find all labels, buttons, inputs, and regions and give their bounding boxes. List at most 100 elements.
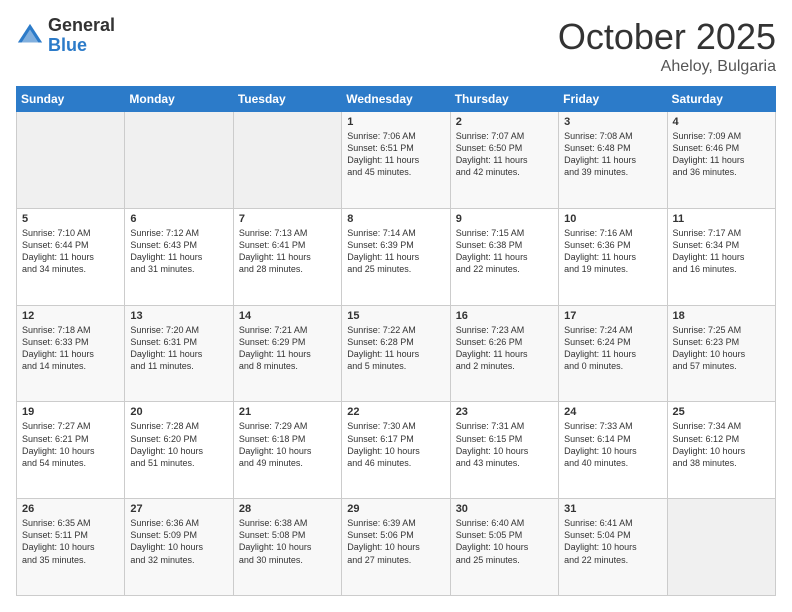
daylight-text: Daylight: 10 hours <box>673 445 770 457</box>
day-number: 28 <box>239 503 336 515</box>
sunrise-text: Sunrise: 7:15 AM <box>456 227 553 239</box>
daylight-text: and 46 minutes. <box>347 457 444 469</box>
sunset-text: Sunset: 5:09 PM <box>130 529 227 541</box>
sunrise-text: Sunrise: 7:29 AM <box>239 420 336 432</box>
calendar-cell: 15Sunrise: 7:22 AMSunset: 6:28 PMDayligh… <box>342 305 450 402</box>
daylight-text: Daylight: 11 hours <box>564 154 661 166</box>
day-number: 24 <box>564 406 661 418</box>
daylight-text: Daylight: 11 hours <box>456 154 553 166</box>
sunset-text: Sunset: 6:14 PM <box>564 433 661 445</box>
sunset-text: Sunset: 6:38 PM <box>456 239 553 251</box>
daylight-text: and 43 minutes. <box>456 457 553 469</box>
daylight-text: Daylight: 11 hours <box>22 348 119 360</box>
day-number: 26 <box>22 503 119 515</box>
calendar-cell: 7Sunrise: 7:13 AMSunset: 6:41 PMDaylight… <box>233 208 341 305</box>
daylight-text: Daylight: 10 hours <box>673 348 770 360</box>
daylight-text: Daylight: 11 hours <box>456 348 553 360</box>
daylight-text: Daylight: 10 hours <box>239 445 336 457</box>
location: Aheloy, Bulgaria <box>558 58 776 76</box>
weekday-header-row: Sunday Monday Tuesday Wednesday Thursday… <box>17 87 776 112</box>
sunrise-text: Sunrise: 7:08 AM <box>564 130 661 142</box>
sunset-text: Sunset: 6:28 PM <box>347 336 444 348</box>
calendar-cell: 11Sunrise: 7:17 AMSunset: 6:34 PMDayligh… <box>667 208 775 305</box>
sunrise-text: Sunrise: 6:38 AM <box>239 517 336 529</box>
sunset-text: Sunset: 6:34 PM <box>673 239 770 251</box>
daylight-text: and 38 minutes. <box>673 457 770 469</box>
calendar-cell: 28Sunrise: 6:38 AMSunset: 5:08 PMDayligh… <box>233 499 341 596</box>
calendar-week-row-0: 1Sunrise: 7:06 AMSunset: 6:51 PMDaylight… <box>17 112 776 209</box>
calendar-table: Sunday Monday Tuesday Wednesday Thursday… <box>16 86 776 596</box>
title-block: October 2025 Aheloy, Bulgaria <box>558 16 776 76</box>
calendar-cell: 4Sunrise: 7:09 AMSunset: 6:46 PMDaylight… <box>667 112 775 209</box>
day-number: 2 <box>456 116 553 128</box>
day-number: 18 <box>673 310 770 322</box>
header-wednesday: Wednesday <box>342 87 450 112</box>
daylight-text: and 28 minutes. <box>239 263 336 275</box>
header-friday: Friday <box>559 87 667 112</box>
day-number: 17 <box>564 310 661 322</box>
day-number: 19 <box>22 406 119 418</box>
daylight-text: Daylight: 10 hours <box>347 541 444 553</box>
calendar-cell: 3Sunrise: 7:08 AMSunset: 6:48 PMDaylight… <box>559 112 667 209</box>
daylight-text: and 42 minutes. <box>456 166 553 178</box>
calendar-cell <box>125 112 233 209</box>
day-number: 23 <box>456 406 553 418</box>
daylight-text: Daylight: 11 hours <box>564 348 661 360</box>
sunset-text: Sunset: 5:05 PM <box>456 529 553 541</box>
daylight-text: and 22 minutes. <box>456 263 553 275</box>
calendar-cell: 2Sunrise: 7:07 AMSunset: 6:50 PMDaylight… <box>450 112 558 209</box>
sunrise-text: Sunrise: 7:10 AM <box>22 227 119 239</box>
day-number: 21 <box>239 406 336 418</box>
sunrise-text: Sunrise: 7:20 AM <box>130 324 227 336</box>
calendar-cell: 12Sunrise: 7:18 AMSunset: 6:33 PMDayligh… <box>17 305 125 402</box>
sunrise-text: Sunrise: 6:36 AM <box>130 517 227 529</box>
calendar-cell: 18Sunrise: 7:25 AMSunset: 6:23 PMDayligh… <box>667 305 775 402</box>
sunset-text: Sunset: 6:41 PM <box>239 239 336 251</box>
calendar-cell: 17Sunrise: 7:24 AMSunset: 6:24 PMDayligh… <box>559 305 667 402</box>
sunset-text: Sunset: 6:12 PM <box>673 433 770 445</box>
sunrise-text: Sunrise: 7:28 AM <box>130 420 227 432</box>
sunset-text: Sunset: 6:20 PM <box>130 433 227 445</box>
month-title: October 2025 <box>558 16 776 58</box>
sunset-text: Sunset: 6:51 PM <box>347 142 444 154</box>
sunset-text: Sunset: 6:39 PM <box>347 239 444 251</box>
daylight-text: and 16 minutes. <box>673 263 770 275</box>
sunset-text: Sunset: 6:36 PM <box>564 239 661 251</box>
day-number: 12 <box>22 310 119 322</box>
header: General Blue October 2025 Aheloy, Bulgar… <box>16 16 776 76</box>
sunset-text: Sunset: 6:31 PM <box>130 336 227 348</box>
sunrise-text: Sunrise: 7:17 AM <box>673 227 770 239</box>
calendar-cell: 8Sunrise: 7:14 AMSunset: 6:39 PMDaylight… <box>342 208 450 305</box>
calendar-cell: 9Sunrise: 7:15 AMSunset: 6:38 PMDaylight… <box>450 208 558 305</box>
calendar-cell: 13Sunrise: 7:20 AMSunset: 6:31 PMDayligh… <box>125 305 233 402</box>
sunset-text: Sunset: 5:11 PM <box>22 529 119 541</box>
sunset-text: Sunset: 6:21 PM <box>22 433 119 445</box>
daylight-text: and 35 minutes. <box>22 554 119 566</box>
sunrise-text: Sunrise: 7:09 AM <box>673 130 770 142</box>
daylight-text: and 57 minutes. <box>673 360 770 372</box>
daylight-text: Daylight: 10 hours <box>22 445 119 457</box>
calendar-cell: 1Sunrise: 7:06 AMSunset: 6:51 PMDaylight… <box>342 112 450 209</box>
sunrise-text: Sunrise: 7:13 AM <box>239 227 336 239</box>
logo: General Blue <box>16 16 115 56</box>
daylight-text: and 5 minutes. <box>347 360 444 372</box>
sunset-text: Sunset: 6:15 PM <box>456 433 553 445</box>
calendar-cell: 6Sunrise: 7:12 AMSunset: 6:43 PMDaylight… <box>125 208 233 305</box>
daylight-text: Daylight: 11 hours <box>673 251 770 263</box>
sunrise-text: Sunrise: 7:14 AM <box>347 227 444 239</box>
daylight-text: and 25 minutes. <box>347 263 444 275</box>
daylight-text: Daylight: 10 hours <box>130 445 227 457</box>
daylight-text: and 14 minutes. <box>22 360 119 372</box>
day-number: 14 <box>239 310 336 322</box>
daylight-text: and 39 minutes. <box>564 166 661 178</box>
daylight-text: Daylight: 11 hours <box>22 251 119 263</box>
day-number: 22 <box>347 406 444 418</box>
day-number: 10 <box>564 213 661 225</box>
calendar-week-row-1: 5Sunrise: 7:10 AMSunset: 6:44 PMDaylight… <box>17 208 776 305</box>
logo-blue-text: Blue <box>48 36 115 56</box>
sunset-text: Sunset: 5:06 PM <box>347 529 444 541</box>
daylight-text: Daylight: 10 hours <box>456 541 553 553</box>
daylight-text: Daylight: 11 hours <box>347 154 444 166</box>
daylight-text: Daylight: 11 hours <box>347 251 444 263</box>
daylight-text: and 51 minutes. <box>130 457 227 469</box>
